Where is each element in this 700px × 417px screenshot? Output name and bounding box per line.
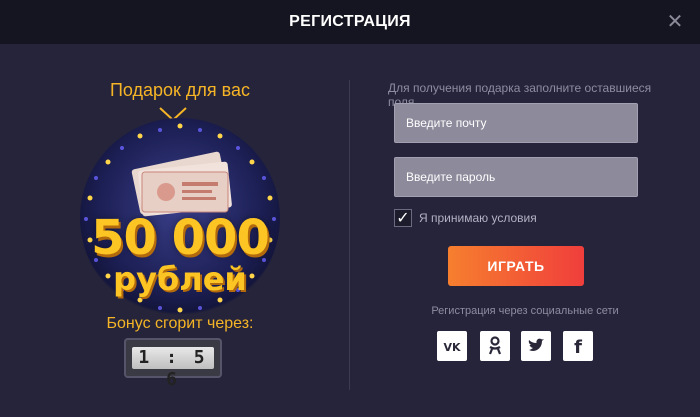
close-icon[interactable]: ✕ bbox=[664, 10, 686, 32]
terms-checkbox[interactable]: ✓ bbox=[394, 209, 412, 227]
terms-label[interactable]: Я принимаю условия bbox=[419, 211, 537, 225]
password-field[interactable] bbox=[395, 158, 637, 196]
bonus-currency: рублей bbox=[113, 260, 247, 298]
modal-title: РЕГИСТРАЦИЯ bbox=[289, 13, 411, 30]
banknotes-icon bbox=[131, 151, 232, 217]
social-hint: Регистрация через социальные сети bbox=[431, 305, 619, 317]
modal-header: РЕГИСТРАЦИЯ ✕ bbox=[0, 0, 700, 44]
bonus-banner: 50 000 рублей bbox=[80, 118, 280, 318]
gift-title: Подарок для вас bbox=[109, 80, 251, 100]
countdown-timer: 1 : 5 6 bbox=[124, 338, 222, 390]
odnoklassniki-icon[interactable] bbox=[480, 331, 510, 361]
svg-text:VK: VK bbox=[443, 341, 461, 354]
email-field[interactable] bbox=[395, 104, 637, 142]
bonus-amount: 50 000 bbox=[91, 210, 270, 266]
svg-text:f: f bbox=[574, 337, 582, 358]
password-field-wrapper bbox=[394, 157, 638, 197]
section-divider bbox=[349, 80, 350, 390]
bonus-expiry-label: Бонус сгорит через: bbox=[106, 315, 254, 332]
facebook-icon[interactable]: f bbox=[563, 331, 593, 361]
vk-icon[interactable]: VK bbox=[437, 331, 467, 361]
twitter-icon[interactable] bbox=[521, 331, 551, 361]
play-button[interactable]: ИГРАТЬ bbox=[448, 246, 584, 286]
email-field-wrapper bbox=[394, 103, 638, 143]
countdown-value: 1 : 5 6 bbox=[132, 347, 214, 390]
